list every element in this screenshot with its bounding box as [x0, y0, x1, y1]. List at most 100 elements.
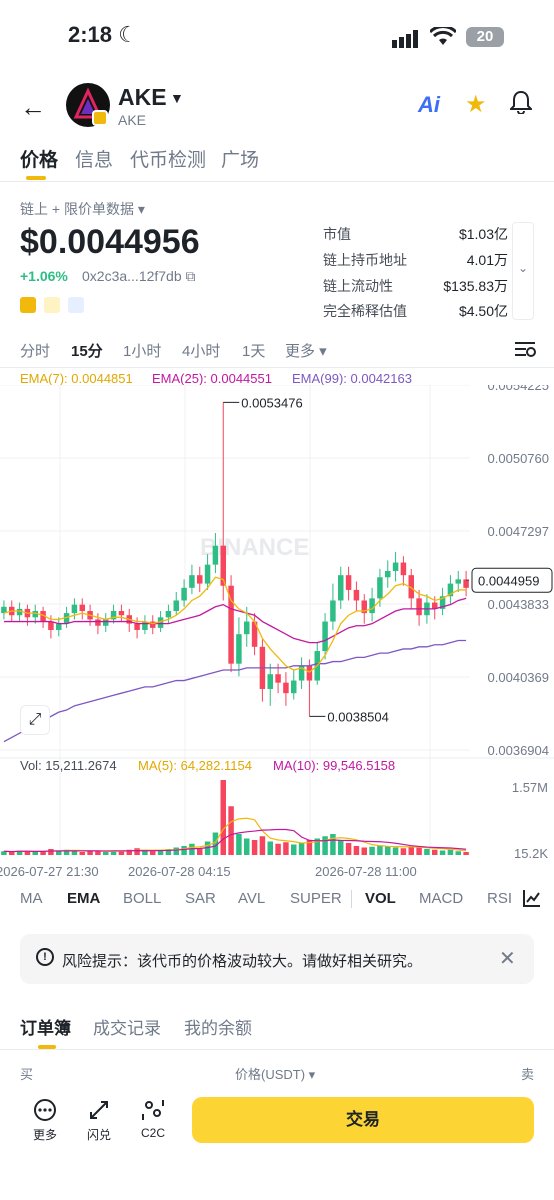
battery-icon: 20	[466, 27, 504, 47]
candle-body	[134, 623, 140, 630]
volume-bar	[330, 834, 336, 855]
candle-body	[189, 575, 195, 588]
candle-body	[353, 589, 360, 601]
candle-body	[95, 619, 101, 626]
price-chart[interactable]: BINANCE0.00542250.00507600.00472970.0043…	[0, 385, 554, 860]
interval-more[interactable]: 更多 ▾	[285, 340, 327, 361]
interval-1d[interactable]: 1天	[242, 340, 265, 361]
price-axis-label: 0.0043833	[488, 597, 549, 612]
indicator-super[interactable]: SUPER	[290, 890, 342, 907]
price-axis-label: 0.0054225	[488, 385, 549, 393]
volume-axis-label: 1.57M	[512, 780, 548, 795]
candle-body	[236, 634, 242, 664]
time-label: 2026-07-28 11:00	[315, 864, 417, 879]
volume-bar	[408, 846, 414, 855]
time-label: 2026-07-28 04:15	[128, 864, 231, 879]
candle-body	[103, 619, 109, 626]
indicator-ma[interactable]: MA	[20, 890, 43, 907]
indicator-sar[interactable]: SAR	[185, 890, 216, 907]
candle-body	[244, 621, 250, 635]
indicator-settings-icon[interactable]	[522, 888, 542, 913]
candle-body	[228, 585, 234, 664]
volume-bar	[369, 846, 375, 855]
candle-body	[142, 621, 148, 630]
tab-balance[interactable]: 我的余额	[184, 1014, 252, 1039]
orderbook-price-select[interactable]: 价格(USDT) ▾	[235, 1064, 315, 1083]
volume-bar	[236, 834, 242, 855]
volume-bar	[385, 846, 391, 855]
tab-token-check[interactable]: 代币检测	[130, 145, 206, 172]
candle-body	[385, 570, 391, 578]
volume-bar	[463, 852, 469, 855]
swap-icon[interactable]	[84, 1098, 114, 1128]
chevron-down-icon[interactable]: ▼	[170, 90, 184, 106]
more-icon[interactable]	[30, 1098, 60, 1128]
volume-bar	[103, 852, 109, 855]
price-axis-label: 0.0036904	[488, 743, 549, 758]
ai-icon[interactable]: Ai	[418, 92, 440, 118]
back-arrow-icon[interactable]: ←	[20, 92, 46, 123]
candle-body	[56, 623, 62, 630]
max-label: 0.0053476	[241, 395, 302, 410]
tab-info[interactable]: 信息	[75, 145, 113, 172]
volume-bar	[228, 806, 234, 855]
more-label[interactable]: 更多	[25, 1126, 65, 1143]
close-icon[interactable]: ✕	[499, 946, 516, 971]
volume-bar	[181, 846, 187, 855]
indicator-ema[interactable]: EMA	[67, 890, 100, 907]
interval-4h[interactable]: 4小时	[182, 340, 220, 361]
sparkle-icon	[68, 297, 84, 313]
candle-body	[330, 600, 336, 622]
volume-bar	[361, 847, 367, 855]
volume-bar	[416, 847, 422, 855]
volume-bar	[220, 780, 226, 855]
orderbook-sell-label: 卖	[521, 1067, 535, 1082]
ema99-line	[3, 639, 467, 743]
swap-label[interactable]: 闪兑	[79, 1126, 119, 1143]
interval-line[interactable]: 分时	[20, 340, 50, 361]
interval-15m[interactable]: 15分	[71, 340, 103, 361]
token-name[interactable]: AKE	[118, 84, 167, 111]
volume-bar	[95, 851, 101, 855]
candle-body	[455, 579, 461, 584]
indicator-avl[interactable]: AVL	[238, 890, 265, 907]
indicator-macd[interactable]: MACD	[419, 890, 463, 907]
tab-trades[interactable]: 成交记录	[93, 1014, 161, 1039]
volume-ma10-legend: MA(10): 99,546.5158	[273, 758, 396, 773]
wifi-icon	[428, 25, 458, 52]
indicator-boll[interactable]: BOLL	[123, 890, 161, 907]
expand-stats-button[interactable]: ⌄	[512, 222, 534, 320]
fullscreen-icon[interactable]: ⤢	[20, 705, 50, 735]
tab-price[interactable]: 价格	[20, 145, 58, 172]
moon-icon: ☾	[118, 22, 138, 47]
indicator-vol[interactable]: VOL	[365, 890, 396, 907]
tab-underline	[26, 176, 46, 180]
price-change: +1.06%	[20, 268, 68, 284]
tab-orderbook[interactable]: 订单簿	[20, 1014, 71, 1039]
copy-icon[interactable]: ⧉	[186, 268, 196, 284]
warning-icon: !	[36, 948, 54, 966]
c2c-icon[interactable]	[138, 1098, 168, 1128]
volume-bar	[32, 852, 38, 855]
star-icon[interactable]: ★	[465, 90, 487, 119]
volume-axis-label: 15.2K	[514, 846, 548, 860]
data-source-select[interactable]: 链上 + 限价单数据 ▾	[20, 199, 145, 219]
orderbook-buy-label: 买	[20, 1067, 34, 1082]
time-label: 2026-07-27 21:30	[0, 864, 99, 879]
volume-bar	[150, 851, 156, 855]
interval-1h[interactable]: 1小时	[123, 340, 161, 361]
indicator-rsi[interactable]: RSI	[487, 890, 512, 907]
candle-body	[369, 598, 375, 614]
candle-body	[338, 575, 344, 601]
divider	[0, 1049, 554, 1050]
contract-address[interactable]: 0x2c3a...12f7db ⧉	[82, 268, 196, 285]
status-time: 2:18 ☾	[68, 22, 138, 47]
tab-square[interactable]: 广场	[221, 145, 259, 172]
c2c-label[interactable]: C2C	[133, 1126, 173, 1140]
chart-settings-icon[interactable]	[514, 340, 536, 363]
signal-icon	[392, 30, 420, 53]
ema99-legend: EMA(99): 0.0042163	[292, 371, 412, 386]
trade-button[interactable]: 交易	[192, 1097, 534, 1143]
bell-icon[interactable]	[508, 90, 534, 120]
volume-bar	[298, 843, 305, 855]
